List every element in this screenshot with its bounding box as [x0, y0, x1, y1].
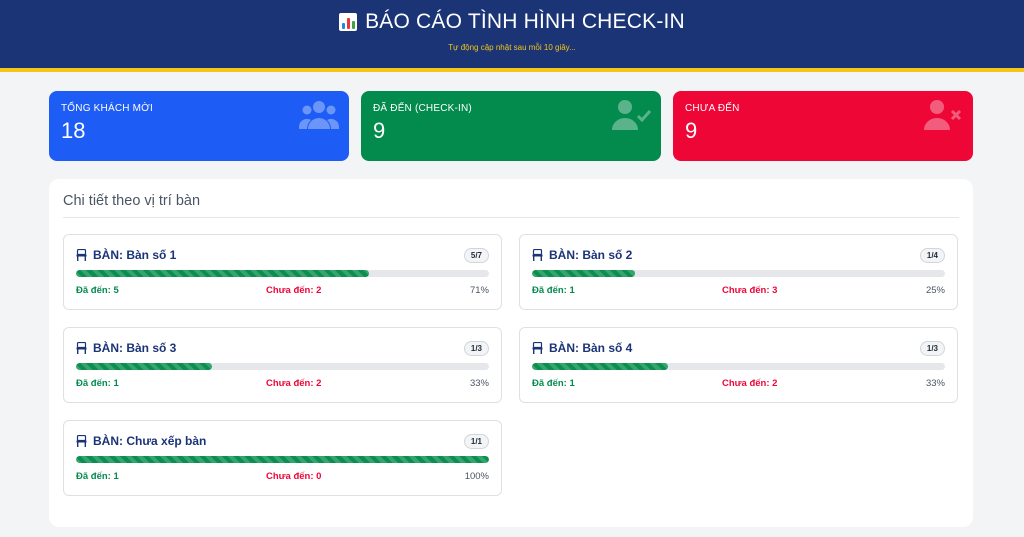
chair-icon — [76, 342, 87, 354]
stat-value: 18 — [61, 118, 86, 143]
count-badge: 1/4 — [919, 247, 945, 263]
table-card: BÀN: Bàn số 4 1/3 Đã đến: 1 Chưa đến: 2 … — [519, 327, 958, 403]
missing-count: Chưa đến: 2 — [722, 378, 778, 389]
arrived-count: Đã đến: 1 — [76, 378, 119, 389]
progress-bar — [532, 363, 945, 370]
table-title: BÀN: Bàn số 2 — [549, 248, 633, 262]
stats-row: TỔNG KHÁCH MỜI 18 ĐÃ ĐẾN (CHECK-IN) 9 CH… — [49, 91, 973, 161]
arrived-count: Đã đến: 1 — [532, 285, 575, 296]
arrived-count: Đã đến: 1 — [76, 471, 119, 482]
count-badge: 1/1 — [463, 433, 489, 449]
stat-label: TỔNG KHÁCH MỜI — [61, 103, 153, 114]
stat-value: 9 — [373, 118, 386, 143]
chair-icon — [532, 249, 543, 261]
page-title-text: BÁO CÁO TÌNH HÌNH CHECK-IN — [365, 10, 685, 33]
progress-bar — [76, 363, 489, 370]
stat-label: ĐÃ ĐẾN (CHECK-IN) — [373, 103, 472, 114]
table-title: BÀN: Bàn số 3 — [93, 341, 177, 355]
count-badge: 5/7 — [463, 247, 489, 263]
missing-count: Chưa đến: 3 — [722, 285, 778, 296]
table-card: BÀN: Bàn số 1 5/7 Đã đến: 5 Chưa đến: 2 … — [63, 234, 502, 310]
progress-fill — [532, 363, 669, 370]
stat-label: CHƯA ĐẾN — [685, 103, 740, 114]
count-badge: 1/3 — [463, 340, 489, 356]
auto-refresh-note: Tự động cập nhật sau mỗi 10 giây... — [448, 43, 576, 52]
table-detail-panel: Chi tiết theo vị trí bàn BÀN: Bàn số 1 5… — [49, 179, 973, 527]
stat-card-checked-in: ĐÃ ĐẾN (CHECK-IN) 9 — [361, 91, 661, 161]
progress-fill — [532, 270, 636, 277]
percent-label: 33% — [925, 378, 945, 389]
table-title: BÀN: Chưa xếp bàn — [93, 434, 207, 448]
missing-count: Chưa đến: 0 — [266, 471, 322, 482]
stat-card-total: TỔNG KHÁCH MỜI 18 — [49, 91, 349, 161]
table-card: BÀN: Bàn số 2 1/4 Đã đến: 1 Chưa đến: 3 … — [519, 234, 958, 310]
bar-chart-icon — [339, 13, 358, 31]
percent-label: 71% — [469, 285, 489, 296]
chair-icon — [76, 435, 87, 447]
percent-label: 100% — [464, 471, 489, 482]
progress-fill — [76, 456, 489, 463]
progress-bar — [76, 270, 489, 277]
users-icon — [299, 101, 339, 129]
progress-fill — [76, 270, 370, 277]
page-title: BÁO CÁO TÌNH HÌNH CHECK-IN — [0, 10, 1024, 34]
progress-bar — [76, 456, 489, 463]
arrived-count: Đã đến: 1 — [532, 378, 575, 389]
table-card: BÀN: Bàn số 3 1/3 Đã đến: 1 Chưa đến: 2 … — [63, 327, 502, 403]
missing-count: Chưa đến: 2 — [266, 378, 322, 389]
table-title: BÀN: Bàn số 1 — [93, 248, 177, 262]
missing-count: Chưa đến: 2 — [266, 285, 322, 296]
panel-title: Chi tiết theo vị trí bàn — [63, 193, 959, 218]
chair-icon — [76, 249, 87, 261]
progress-fill — [76, 363, 213, 370]
progress-bar — [532, 270, 945, 277]
page-header: BÁO CÁO TÌNH HÌNH CHECK-IN Tự động cập n… — [0, 0, 1024, 72]
stat-card-not-arrived: CHƯA ĐẾN 9 — [673, 91, 973, 161]
percent-label: 25% — [925, 285, 945, 296]
count-badge: 1/3 — [919, 340, 945, 356]
user-check-icon — [612, 100, 651, 130]
arrived-count: Đã đến: 5 — [76, 285, 119, 296]
stat-value: 9 — [685, 118, 698, 143]
user-x-icon — [924, 100, 962, 130]
table-card: BÀN: Chưa xếp bàn 1/1 Đã đến: 1 Chưa đến… — [63, 420, 502, 496]
chair-icon — [532, 342, 543, 354]
percent-label: 33% — [469, 378, 489, 389]
table-title: BÀN: Bàn số 4 — [549, 341, 633, 355]
